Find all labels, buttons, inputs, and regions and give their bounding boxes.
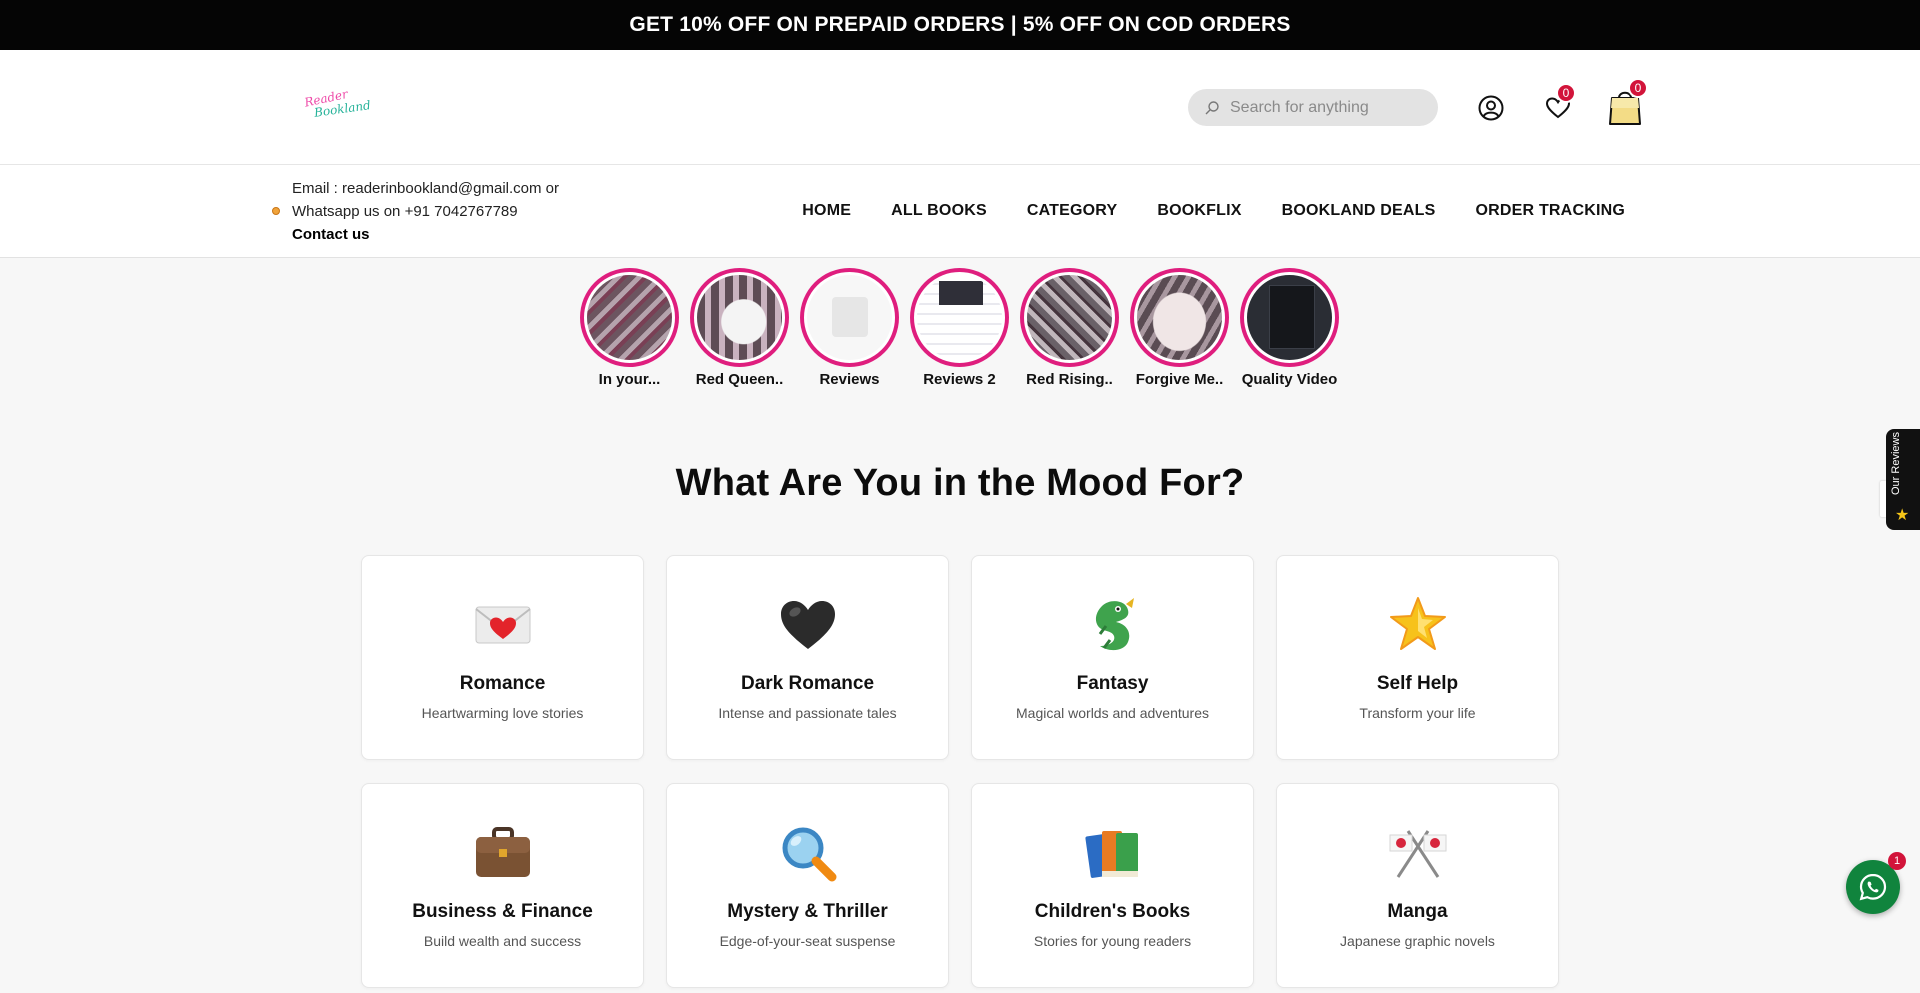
nav-bookland-deals[interactable]: BOOKLAND DEALS <box>1282 202 1436 220</box>
whatsapp-icon <box>1859 873 1887 901</box>
mood-card-childrens-books[interactable]: Children's Books Stories for young reade… <box>971 783 1254 988</box>
search-bar <box>1188 89 1438 126</box>
mood-name: Manga <box>1387 901 1448 922</box>
story-thumbnail <box>914 272 1005 363</box>
mood-card-fantasy[interactable]: Fantasy Magical worlds and adventures <box>971 555 1254 760</box>
mood-card-mystery-thriller[interactable]: Mystery & Thriller Edge-of-your-seat sus… <box>666 783 949 988</box>
our-reviews-tab[interactable]: Our Reviews ★ <box>1886 429 1920 530</box>
user-icon <box>1478 95 1504 121</box>
cart-button[interactable]: 0 <box>1607 78 1648 126</box>
mood-name: Fantasy <box>1076 673 1149 694</box>
nav-all-books[interactable]: ALL BOOKS <box>891 202 987 220</box>
nav-bookflix[interactable]: BOOKFLIX <box>1157 202 1241 220</box>
contact-whatsapp: Whatsapp us on +91 7042767789 <box>292 203 518 220</box>
story-label: Red Queen.. <box>695 371 784 388</box>
contact-info: Email : readerinbookland@gmail.com or Wh… <box>272 177 560 246</box>
story-thumbnail <box>804 272 895 363</box>
wishlist-button[interactable]: 0 <box>1543 83 1576 123</box>
mood-card-self-help[interactable]: Self Help Transform your life <box>1276 555 1559 760</box>
status-dot-icon <box>272 207 280 215</box>
nav-home[interactable]: HOME <box>802 202 851 220</box>
glowing-star-icon <box>1387 594 1449 656</box>
contact-nav-bar: Email : readerinbookland@gmail.com or Wh… <box>0 165 1920 258</box>
mood-name: Dark Romance <box>740 673 875 694</box>
story-ring <box>910 268 1009 367</box>
account-button[interactable] <box>1476 93 1506 123</box>
story-ring <box>1240 268 1339 367</box>
story-ring <box>1130 268 1229 367</box>
mood-description: Build wealth and success <box>423 933 582 949</box>
our-reviews-label: Our Reviews <box>1890 432 1902 495</box>
love-letter-icon <box>472 594 534 656</box>
mood-description: Heartwarming love stories <box>421 705 584 721</box>
story-item[interactable]: Forgive Me.. <box>1130 268 1229 388</box>
search-input[interactable] <box>1230 98 1420 117</box>
nav-category[interactable]: CATEGORY <box>1027 202 1118 220</box>
story-label: Reviews 2 <box>923 371 996 388</box>
mood-description: Transform your life <box>1359 705 1476 721</box>
contact-email: Email : readerinbookland@gmail.com or <box>292 180 560 197</box>
mood-description: Magical worlds and adventures <box>1016 705 1209 721</box>
star-icon: ★ <box>1895 507 1910 524</box>
story-item[interactable]: In your... <box>580 268 679 388</box>
mood-name: Children's Books <box>1034 901 1191 922</box>
nav-order-tracking[interactable]: ORDER TRACKING <box>1476 202 1625 220</box>
story-thumbnail <box>584 272 675 363</box>
story-label: Reviews <box>819 371 880 388</box>
site-header: Reader Bookland 0 0 <box>0 50 1920 165</box>
story-item[interactable]: Quality Video <box>1240 268 1339 388</box>
site-logo[interactable]: Reader Bookland <box>300 87 371 130</box>
announcement-text: GET 10% OFF ON PREPAID ORDERS | 5% OFF O… <box>629 13 1291 36</box>
mood-card-manga[interactable]: Manga Japanese graphic novels <box>1276 783 1559 988</box>
contact-us-link[interactable]: Contact us <box>292 223 559 246</box>
mood-description: Japanese graphic novels <box>1340 933 1495 949</box>
story-ring <box>800 268 899 367</box>
mood-description: Intense and passionate tales <box>718 705 897 721</box>
mood-description: Stories for young readers <box>1033 933 1192 949</box>
mood-card-business-finance[interactable]: Business & Finance Build wealth and succ… <box>361 783 644 988</box>
story-highlights: In your... Red Queen.. Reviews Reviews 2… <box>580 268 1339 388</box>
story-thumbnail <box>694 272 785 363</box>
story-thumbnail <box>1244 272 1335 363</box>
wishlist-count-badge: 0 <box>1556 83 1576 103</box>
story-label: In your... <box>598 371 661 388</box>
mood-description: Edge-of-your-seat suspense <box>719 933 896 949</box>
story-item[interactable]: Reviews 2 <box>910 268 1009 388</box>
story-thumbnail <box>1134 272 1225 363</box>
dragon-icon <box>1082 594 1144 656</box>
mood-grid: Romance Heartwarming love stories Dark R… <box>361 555 1559 988</box>
mood-name: Self Help <box>1376 673 1459 694</box>
story-ring <box>1020 268 1119 367</box>
magnifying-glass-icon <box>777 822 839 884</box>
whatsapp-notification-badge: 1 <box>1888 852 1906 870</box>
story-item[interactable]: Red Queen.. <box>690 268 789 388</box>
crossed-flags-icon <box>1387 822 1449 884</box>
section-title: What Are You in the Mood For? <box>675 462 1245 504</box>
mood-card-dark-romance[interactable]: Dark Romance Intense and passionate tale… <box>666 555 949 760</box>
story-thumbnail <box>1024 272 1115 363</box>
mood-name: Business & Finance <box>412 901 593 922</box>
cart-count-badge: 0 <box>1628 78 1648 98</box>
mood-name: Mystery & Thriller <box>727 901 888 922</box>
story-item[interactable]: Red Rising.. <box>1020 268 1119 388</box>
story-label: Red Rising.. <box>1026 371 1113 388</box>
story-label: Forgive Me.. <box>1135 371 1224 388</box>
main-nav: HOME ALL BOOKS CATEGORY BOOKFLIX BOOKLAN… <box>802 165 1625 257</box>
black-heart-icon <box>777 594 839 656</box>
mood-card-romance[interactable]: Romance Heartwarming love stories <box>361 555 644 760</box>
search-icon <box>1205 100 1219 114</box>
announcement-bar: GET 10% OFF ON PREPAID ORDERS | 5% OFF O… <box>0 0 1920 50</box>
story-ring <box>580 268 679 367</box>
story-label: Quality Video <box>1241 371 1338 388</box>
briefcase-icon <box>472 822 534 884</box>
story-item[interactable]: Reviews <box>800 268 899 388</box>
whatsapp-chat-button[interactable]: 1 <box>1846 852 1906 914</box>
mood-name: Romance <box>459 673 546 694</box>
books-icon <box>1082 822 1144 884</box>
story-ring <box>690 268 789 367</box>
